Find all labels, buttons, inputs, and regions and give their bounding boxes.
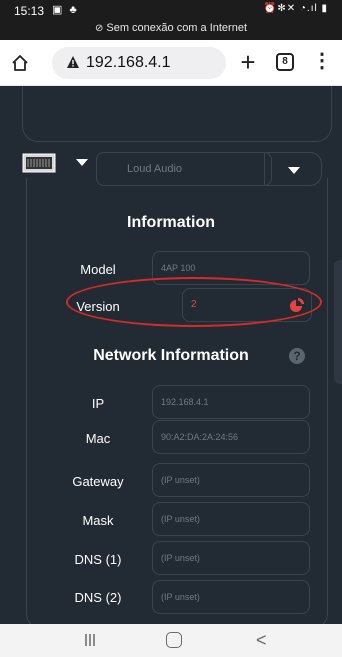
gateway-label: Gateway bbox=[72, 474, 124, 489]
mac-label: Mac bbox=[85, 431, 111, 446]
home-nav-button[interactable] bbox=[166, 632, 182, 648]
tab-switcher-button[interactable]: 8 bbox=[276, 53, 294, 71]
browser-menu-button[interactable]: ⋮ bbox=[312, 50, 332, 74]
back-icon[interactable]: < bbox=[256, 631, 267, 649]
dns2-field[interactable]: (IP unset) bbox=[152, 580, 310, 614]
side-panel-handle[interactable] bbox=[334, 260, 342, 384]
chevron-down-icon bbox=[288, 167, 300, 174]
gateway-field[interactable]: (IP unset) bbox=[152, 463, 310, 497]
dns1-label: DNS (1) bbox=[74, 552, 122, 567]
no-connection-icon: ⊘ bbox=[94, 23, 104, 34]
version-label: Version bbox=[76, 299, 120, 314]
url-text: 192.168.4.1 bbox=[86, 54, 171, 71]
help-icon[interactable]: ? bbox=[289, 348, 305, 364]
system-status-icons: ⏰✻✕ ◔.ıl ▮ bbox=[263, 3, 328, 14]
browser-toolbar: 192.168.4.1 + 8 ⋮ bbox=[0, 40, 342, 86]
device-icon[interactable] bbox=[22, 152, 56, 176]
mask-label: Mask bbox=[82, 513, 114, 528]
information-title: Information bbox=[127, 214, 215, 231]
chevron-down-icon[interactable] bbox=[74, 156, 90, 168]
version-value: 2 bbox=[191, 299, 197, 310]
address-bar[interactable]: 192.168.4.1 bbox=[52, 47, 226, 79]
version-field: 2 bbox=[182, 288, 312, 322]
mask-field[interactable]: (IP unset) bbox=[152, 502, 310, 536]
dns2-label: DNS (2) bbox=[74, 590, 122, 605]
new-tab-button[interactable]: + bbox=[236, 47, 260, 77]
android-nav-bar: < bbox=[0, 624, 342, 657]
status-bar: 15:13 ▣ ♣ ⏰✻✕ ◔.ıl ▮ ⊘ Sem conexão com a … bbox=[0, 0, 342, 40]
model-label: Model bbox=[80, 262, 116, 277]
ip-field: 192.168.4.1 bbox=[152, 385, 310, 419]
mac-field: 90:A2:DA:2A:24:56 bbox=[152, 420, 310, 454]
home-icon[interactable] bbox=[10, 53, 30, 73]
model-field: 4AP 100 bbox=[152, 251, 310, 285]
dns1-field[interactable]: (IP unset) bbox=[152, 541, 310, 575]
pie-chart-icon[interactable] bbox=[289, 297, 305, 313]
notification-icons: ▣ ♣ bbox=[52, 4, 79, 16]
connection-status: ⊘ Sem conexão com a Internet bbox=[0, 22, 342, 34]
top-card bbox=[22, 86, 332, 142]
connection-status-text: Sem conexão com a Internet bbox=[106, 22, 248, 34]
status-time: 15:13 bbox=[14, 4, 45, 18]
recent-apps-icon[interactable] bbox=[84, 633, 96, 647]
warning-icon[interactable] bbox=[66, 55, 80, 69]
ip-label: IP bbox=[91, 396, 105, 411]
